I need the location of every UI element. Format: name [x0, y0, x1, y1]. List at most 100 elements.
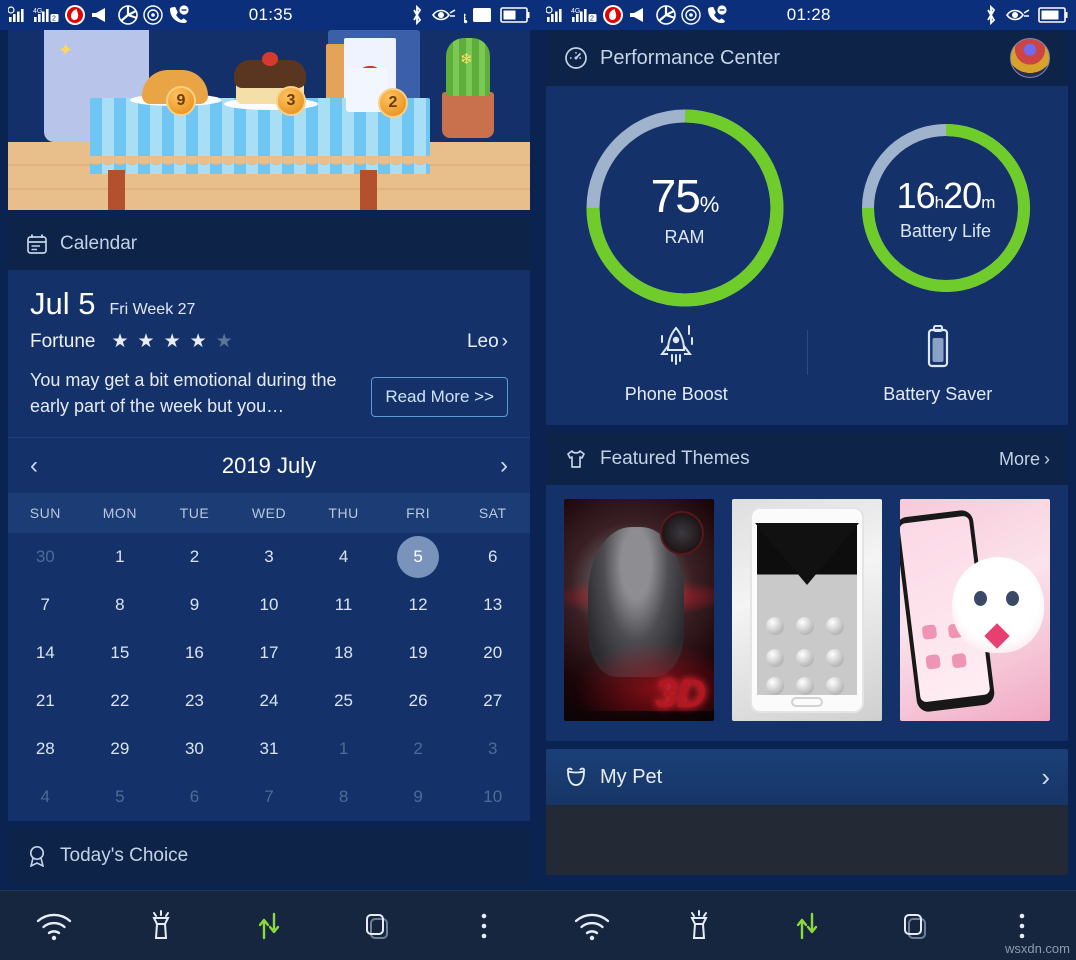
- screen-record-icon: [681, 5, 701, 25]
- tshirt-icon: [564, 448, 588, 470]
- calendar-day[interactable]: 11: [306, 581, 381, 629]
- battery-saver-label: Battery Saver: [883, 384, 993, 404]
- battery-icon: [920, 324, 956, 372]
- calendar-day[interactable]: 2: [157, 533, 232, 581]
- calendar-day[interactable]: 14: [8, 629, 83, 677]
- calendar-day[interactable]: 6: [157, 773, 232, 821]
- calendar-day[interactable]: 4: [8, 773, 83, 821]
- item-badge-bread: 9: [166, 86, 196, 116]
- star-filled-icon: ★: [163, 331, 181, 352]
- cherry-icon: [262, 52, 278, 66]
- calendar-day[interactable]: 18: [306, 629, 381, 677]
- calendar-day[interactable]: 7: [232, 773, 307, 821]
- calendar-day[interactable]: 15: [83, 629, 158, 677]
- calendar-day[interactable]: 4: [306, 533, 381, 581]
- star-empty-icon: ★: [215, 331, 233, 352]
- todays-choice-header[interactable]: Today's Choice: [8, 829, 530, 883]
- cooking-game-banner[interactable]: ✦ ❄ 9 3 2: [8, 30, 530, 210]
- zodiac-sign-link[interactable]: Leo ›: [467, 331, 508, 353]
- calendar-day[interactable]: 23: [157, 677, 232, 725]
- theme-3d-badge: 3D: [654, 672, 706, 716]
- fortune-label: Fortune: [30, 330, 96, 352]
- calendar-day[interactable]: 12: [381, 581, 456, 629]
- camera-shutter-icon: [656, 5, 676, 25]
- calendar-card-header[interactable]: Calendar: [8, 218, 530, 270]
- wifi-icon[interactable]: [555, 891, 629, 960]
- calendar-day[interactable]: 24: [232, 677, 307, 725]
- ram-unit: %: [699, 191, 720, 217]
- battery-value-row: 16 h 20 m: [897, 175, 996, 217]
- calendar-day[interactable]: 13: [455, 581, 530, 629]
- calendar-day-today[interactable]: 5: [381, 533, 456, 581]
- phone-boost-label: Phone Boost: [624, 384, 728, 404]
- clone-app-icon[interactable]: [340, 891, 414, 960]
- calendar-day[interactable]: 25: [306, 677, 381, 725]
- calendar-card-title: Calendar: [60, 233, 138, 254]
- calendar-day[interactable]: 16: [157, 629, 232, 677]
- left-phone-screen: 4G 2 01:35 ✦ ❄ 9 3 2 Calendar Jul 5 Fri …: [0, 0, 538, 960]
- calendar-day[interactable]: 1: [306, 725, 381, 773]
- calendar-day[interactable]: 31: [232, 725, 307, 773]
- battery-saver-button[interactable]: Battery Saver: [808, 324, 1069, 405]
- calendar-day[interactable]: 3: [455, 725, 530, 773]
- calendar-day[interactable]: 6: [455, 533, 530, 581]
- table-leg-right: [360, 170, 377, 210]
- calendar-day[interactable]: 21: [8, 677, 83, 725]
- status-left-icons: 4G 2: [546, 4, 728, 26]
- calendar-day[interactable]: 30: [157, 725, 232, 773]
- svg-text:2: 2: [590, 16, 594, 23]
- right-phone-screen: 4G 2 01:28 Performance Center 75 % RAM 1…: [538, 0, 1076, 960]
- calendar-day[interactable]: 10: [455, 773, 530, 821]
- battery-gauge-name: Battery Life: [899, 220, 992, 241]
- phone-boost-button[interactable]: Phone Boost: [546, 324, 807, 405]
- flashlight-icon[interactable]: [124, 891, 198, 960]
- ram-gauge[interactable]: 75 % RAM: [581, 104, 789, 312]
- battery-life-gauge[interactable]: 16 h 20 m Battery Life: [858, 120, 1034, 296]
- calendar-day[interactable]: 19: [381, 629, 456, 677]
- wifi-icon[interactable]: [17, 891, 91, 960]
- more-label: More: [998, 448, 1040, 469]
- svg-text:4G: 4G: [571, 8, 580, 15]
- chevron-right-icon[interactable]: ›: [1041, 762, 1050, 793]
- theme-pink-kitten[interactable]: [900, 499, 1050, 721]
- calendar-day[interactable]: 22: [83, 677, 158, 725]
- data-transfer-icon[interactable]: [770, 891, 844, 960]
- calendar-day[interactable]: 2: [381, 725, 456, 773]
- themes-more-button[interactable]: More ›: [999, 449, 1050, 470]
- calendar-day[interactable]: 9: [157, 581, 232, 629]
- flashlight-icon[interactable]: [662, 891, 736, 960]
- next-month-button[interactable]: ›: [484, 452, 508, 480]
- calendar-day[interactable]: 8: [83, 581, 158, 629]
- calendar-day[interactable]: 29: [83, 725, 158, 773]
- clone-app-icon[interactable]: [878, 891, 952, 960]
- theme-3d-warrior[interactable]: 3D: [564, 499, 714, 721]
- prev-month-button[interactable]: ‹: [30, 452, 54, 480]
- calendar-day[interactable]: 9: [381, 773, 456, 821]
- calendar-day[interactable]: 27: [455, 677, 530, 725]
- volume-mute-icon: [629, 6, 651, 24]
- my-pet-card[interactable]: My Pet ›: [546, 749, 1068, 875]
- calendar-day[interactable]: 26: [381, 677, 456, 725]
- calendar-day[interactable]: 28: [8, 725, 83, 773]
- calendar-day[interactable]: 7: [8, 581, 83, 629]
- calendar-day[interactable]: 10: [232, 581, 307, 629]
- calendar-day[interactable]: 5: [83, 773, 158, 821]
- camera-shutter-icon: [118, 5, 138, 25]
- calendar-day[interactable]: 30: [8, 533, 83, 581]
- calendar-day[interactable]: 20: [455, 629, 530, 677]
- data-transfer-icon[interactable]: [232, 891, 306, 960]
- calendar-day[interactable]: 3: [232, 533, 307, 581]
- my-pet-header[interactable]: My Pet ›: [546, 749, 1068, 805]
- calendar-day[interactable]: 1: [83, 533, 158, 581]
- star-filled-icon: ★: [111, 331, 129, 352]
- horoscope-date: Jul 5: [30, 286, 96, 321]
- theme-silver-diamond-zipper[interactable]: [732, 499, 882, 721]
- overflow-menu-icon[interactable]: [447, 891, 521, 960]
- user-avatar[interactable]: [1010, 38, 1050, 78]
- status-right-icons: [410, 5, 530, 25]
- calendar-day[interactable]: 17: [232, 629, 307, 677]
- read-more-button[interactable]: Read More >>: [371, 377, 508, 417]
- calendar-icon: [26, 233, 48, 255]
- horoscope-section: Jul 5 Fri Week 27 Fortune ★ ★ ★ ★ ★ Leo …: [8, 270, 530, 437]
- calendar-day[interactable]: 8: [306, 773, 381, 821]
